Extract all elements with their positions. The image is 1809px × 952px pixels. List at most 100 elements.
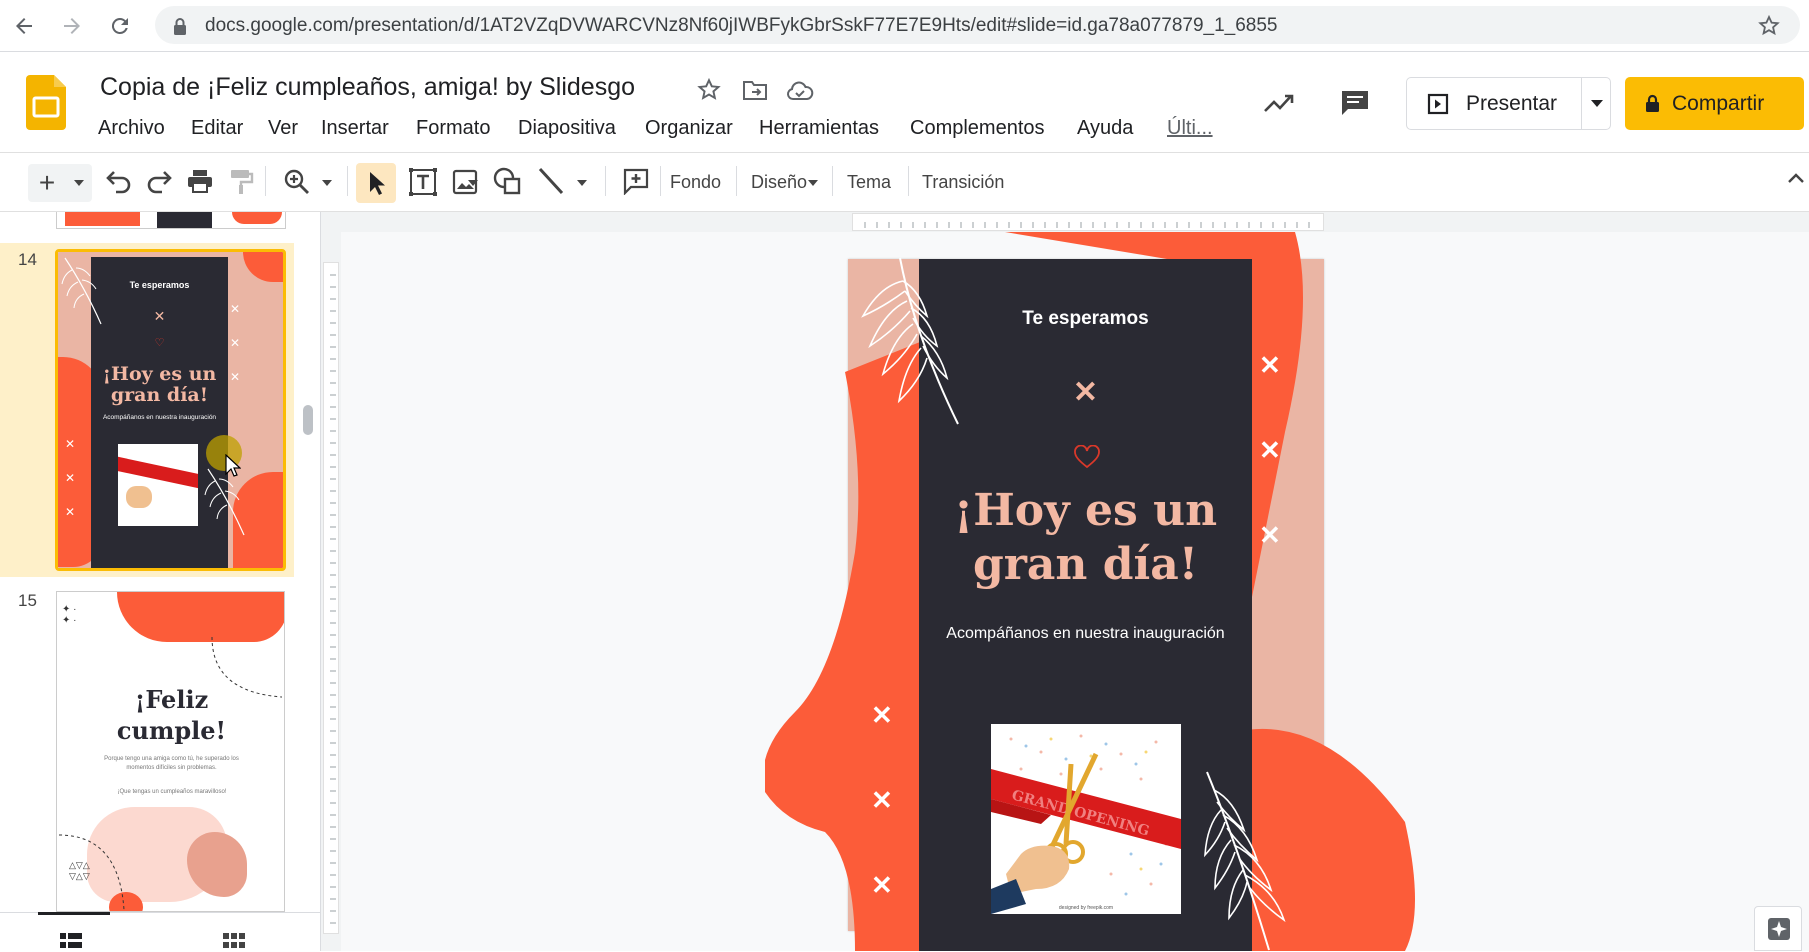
layout-button[interactable]: Diseño [751, 172, 807, 193]
plus-icon: + [38, 167, 56, 198]
filmstrip-scrollbar[interactable] [303, 405, 313, 435]
layout-dropdown-icon[interactable] [807, 179, 819, 187]
toolbar-separator [832, 166, 833, 196]
thumb-heart-icon: ♡ [154, 337, 165, 349]
url-text: docs.google.com/presentation/d/1AT2VZqDV… [205, 15, 1278, 36]
left-x-marks: ✕ ✕ ✕ [871, 700, 893, 900]
menu-ver[interactable]: Ver [268, 117, 298, 140]
image-dropdown-icon[interactable] [467, 179, 479, 187]
zoom-icon[interactable] [283, 168, 311, 196]
present-button[interactable]: Presentar [1406, 77, 1611, 130]
slide-subtitle[interactable]: Acompáñanos en nuestra inauguración [919, 625, 1252, 643]
share-label: Compartir [1672, 91, 1765, 115]
menu-editar[interactable]: Editar [191, 117, 243, 140]
zoom-dropdown-icon[interactable] [321, 179, 333, 187]
text-box-icon[interactable] [408, 167, 438, 197]
print-icon[interactable] [186, 168, 214, 194]
toolbar-separator [265, 166, 266, 196]
filmstrip-list-view-icon[interactable] [60, 933, 82, 949]
thumb-x-column-right: ✕ ✕ ✕ [230, 302, 241, 384]
redo-icon[interactable] [146, 170, 174, 194]
slide-top-text[interactable]: Te esperamos [919, 308, 1252, 330]
right-x-marks: ✕ ✕ ✕ [1259, 350, 1281, 550]
menu-ayuda[interactable]: Ayuda [1077, 117, 1133, 140]
menu-formato[interactable]: Formato [416, 117, 490, 140]
confetti-illustration: GRAND OPENING designed by freepik.com [991, 734, 1181, 914]
reload-button[interactable] [102, 8, 138, 44]
thumb-x-mark: ✕ [153, 308, 166, 324]
bookmark-star-icon[interactable] [1757, 14, 1781, 38]
thumb-headline: ¡Hoy es un gran día! [102, 363, 217, 406]
slides-logo-icon[interactable] [26, 75, 66, 130]
toolbar-separator [660, 166, 661, 196]
slide-thumbnail-13[interactable] [56, 212, 286, 229]
menu-herramientas[interactable]: Herramientas [759, 117, 879, 140]
toolbar-separator [605, 166, 606, 196]
menu-insertar[interactable]: Insertar [321, 117, 389, 140]
new-slide-dropdown-icon[interactable] [73, 179, 85, 187]
thumb-subtitle: Acompáñanos en nuestra inauguración [102, 414, 217, 421]
share-button[interactable]: Compartir [1625, 77, 1804, 130]
heart-icon [1074, 445, 1100, 469]
thumb-leaf-branch-icon [61, 257, 102, 325]
activity-trend-icon[interactable] [1263, 92, 1295, 114]
slide-number: 15 [18, 591, 37, 610]
slide-headline-line-2: gran día! [972, 539, 1199, 590]
horizontal-ruler-page [852, 213, 1324, 231]
menu-organizar[interactable]: Organizar [645, 117, 733, 140]
leaf-branch-icon [861, 257, 959, 425]
background-button[interactable]: Fondo [670, 172, 721, 193]
reload-icon [111, 17, 128, 34]
last-edit-link[interactable]: Últi... [1167, 117, 1213, 140]
forward-arrow-icon [64, 18, 80, 34]
thumb-triangles-icon: △▽△ ▽△▽ [69, 860, 90, 881]
explore-button[interactable] [1754, 906, 1802, 951]
paint-format-icon[interactable] [228, 168, 254, 196]
back-button[interactable] [6, 8, 42, 44]
toolbar-separator [908, 166, 909, 196]
present-divider [1581, 78, 1582, 129]
slide-thumbnail-15[interactable]: ✦ · ✦ · ¡Feliz cumple! Porque tengo una a… [56, 591, 285, 912]
toolbar-separator [736, 166, 737, 196]
cloud-saved-icon[interactable] [786, 80, 814, 102]
mouse-cursor-icon [225, 454, 241, 477]
lock-icon [174, 18, 186, 35]
transition-button[interactable]: Transición [922, 172, 1004, 193]
move-folder-icon[interactable] [742, 78, 768, 102]
menu-complementos[interactable]: Complementos [910, 117, 1045, 140]
grid-view-icon[interactable] [223, 933, 245, 949]
cursor-arrow-icon [370, 172, 385, 195]
browser-toolbar: docs.google.com/presentation/d/1AT2VZqDV… [0, 0, 1809, 50]
menu-diapositiva[interactable]: Diapositiva [518, 117, 616, 140]
add-comment-icon[interactable] [622, 167, 650, 195]
document-title[interactable]: Copia de ¡Feliz cumpleaños, amiga! by Sl… [100, 73, 635, 102]
present-dropdown-icon[interactable] [1590, 99, 1604, 109]
forward-button[interactable] [54, 8, 90, 44]
line-dropdown-icon[interactable] [576, 179, 588, 187]
back-arrow-icon [16, 18, 32, 34]
thumb-body-text: Porque tengo una amiga como tú, he super… [104, 756, 239, 771]
thumb-closing-text: ¡Que tengas un cumpleaños maravilloso! [117, 789, 227, 795]
undo-icon[interactable] [104, 170, 132, 194]
comments-icon[interactable] [1340, 89, 1370, 117]
star-icon[interactable] [696, 77, 722, 103]
present-label: Presentar [1466, 91, 1558, 115]
thumb-image [118, 444, 198, 526]
thumb-feliz-headline: ¡Feliz cumple! [116, 685, 227, 745]
editor-toolbar [0, 152, 1809, 212]
slide-thumbnail-14[interactable]: Te esperamos ✕ ♡ ¡Hoy es un gran día! Ac… [55, 249, 286, 571]
grand-opening-image[interactable]: GRAND OPENING designed by freepik.com [991, 724, 1181, 914]
slide-headline-line-1: ¡Hoy es un [953, 485, 1218, 536]
menu-archivo[interactable]: Archivo [98, 117, 165, 140]
shape-icon[interactable] [492, 166, 522, 196]
collapse-toolbar-icon[interactable] [1787, 172, 1805, 184]
active-view-indicator [38, 912, 110, 915]
slide-headline[interactable]: ¡Hoy es un gran día! [919, 484, 1252, 592]
vruler-ticks [330, 274, 336, 924]
explore-sparkle-icon [1768, 918, 1790, 940]
header-divider [0, 51, 1809, 52]
thumb-x-column-left: ✕ ✕ ✕ [65, 437, 76, 519]
theme-button[interactable]: Tema [847, 172, 891, 193]
leaf-branch-icon [1204, 771, 1286, 951]
line-icon[interactable] [537, 166, 565, 196]
